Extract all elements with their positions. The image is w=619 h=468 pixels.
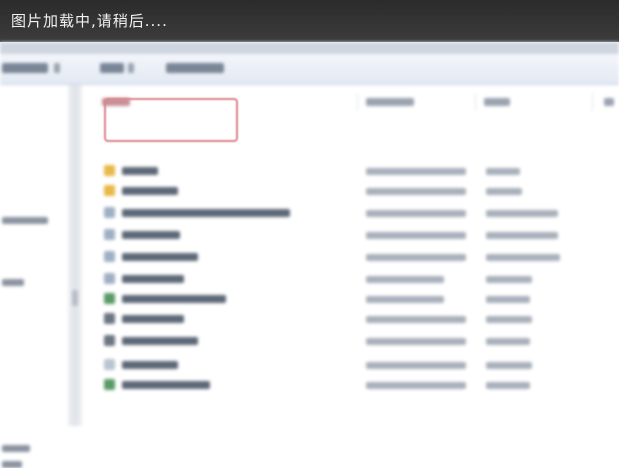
file-date (366, 276, 444, 283)
file-name (122, 275, 184, 283)
file-row[interactable] (104, 163, 564, 179)
nav-item[interactable] (2, 217, 48, 224)
file-date (366, 362, 466, 369)
chevron-down-icon (54, 63, 60, 73)
file-row[interactable] (104, 357, 564, 373)
nav-item[interactable] (2, 445, 30, 452)
file-row[interactable] (104, 377, 564, 393)
file-type (486, 232, 558, 239)
file-row[interactable] (104, 205, 564, 221)
column-header-type[interactable] (484, 98, 510, 106)
column-divider[interactable] (592, 93, 593, 111)
file-type (486, 168, 520, 175)
file-icon (104, 313, 115, 324)
new-folder-button[interactable] (166, 63, 224, 73)
explorer-window (0, 42, 619, 468)
file-name (122, 361, 178, 369)
nav-item[interactable] (2, 461, 22, 468)
file-type (486, 254, 560, 261)
file-date (366, 210, 466, 217)
file-icon (104, 207, 115, 218)
file-row[interactable] (104, 311, 564, 327)
file-row[interactable] (104, 271, 564, 287)
file-type (486, 382, 530, 389)
file-type (486, 316, 532, 323)
organize-menu-button[interactable] (2, 63, 48, 73)
file-name (122, 381, 210, 389)
navigation-pane (0, 85, 68, 468)
column-header-date[interactable] (366, 98, 414, 106)
file-date (366, 382, 466, 389)
file-name (122, 231, 180, 239)
file-icon (104, 273, 115, 284)
splitter-grip[interactable] (72, 290, 78, 306)
file-name (122, 295, 226, 303)
file-row[interactable] (104, 249, 564, 265)
file-name (122, 315, 184, 323)
file-icon (104, 251, 115, 262)
folder-icon (104, 185, 115, 196)
chevron-down-icon (128, 63, 134, 73)
file-name (122, 253, 198, 261)
file-icon (104, 359, 115, 370)
file-icon (104, 229, 115, 240)
file-date (366, 296, 444, 303)
file-row[interactable] (104, 183, 564, 199)
pane-splitter[interactable] (68, 85, 82, 426)
file-date (366, 338, 466, 345)
column-divider[interactable] (357, 93, 358, 111)
column-divider[interactable] (475, 93, 476, 111)
file-date (366, 232, 466, 239)
address-bar-strip (0, 42, 619, 54)
file-type (486, 188, 522, 195)
file-name (122, 337, 198, 345)
loading-message: 图片加载中,请稍后.... (0, 0, 619, 42)
column-header-size[interactable] (604, 98, 614, 106)
file-type (486, 338, 530, 345)
file-name (122, 167, 158, 175)
file-date (366, 316, 466, 323)
selection-outline (104, 98, 238, 142)
file-row[interactable] (104, 291, 564, 307)
file-type (486, 296, 530, 303)
exe-icon (104, 293, 115, 304)
file-icon (104, 335, 115, 346)
exe-icon (104, 379, 115, 390)
file-row[interactable] (104, 227, 564, 243)
file-name (122, 187, 178, 195)
file-date (366, 188, 466, 195)
file-row[interactable] (104, 333, 564, 349)
file-type (486, 362, 532, 369)
file-date (366, 168, 466, 175)
file-type (486, 276, 532, 283)
file-type (486, 210, 558, 217)
folder-icon (104, 165, 115, 176)
explorer-toolbar (0, 54, 619, 85)
open-menu-button[interactable] (100, 63, 124, 73)
nav-item[interactable] (2, 279, 24, 286)
file-date (366, 254, 466, 261)
file-name (122, 209, 290, 217)
